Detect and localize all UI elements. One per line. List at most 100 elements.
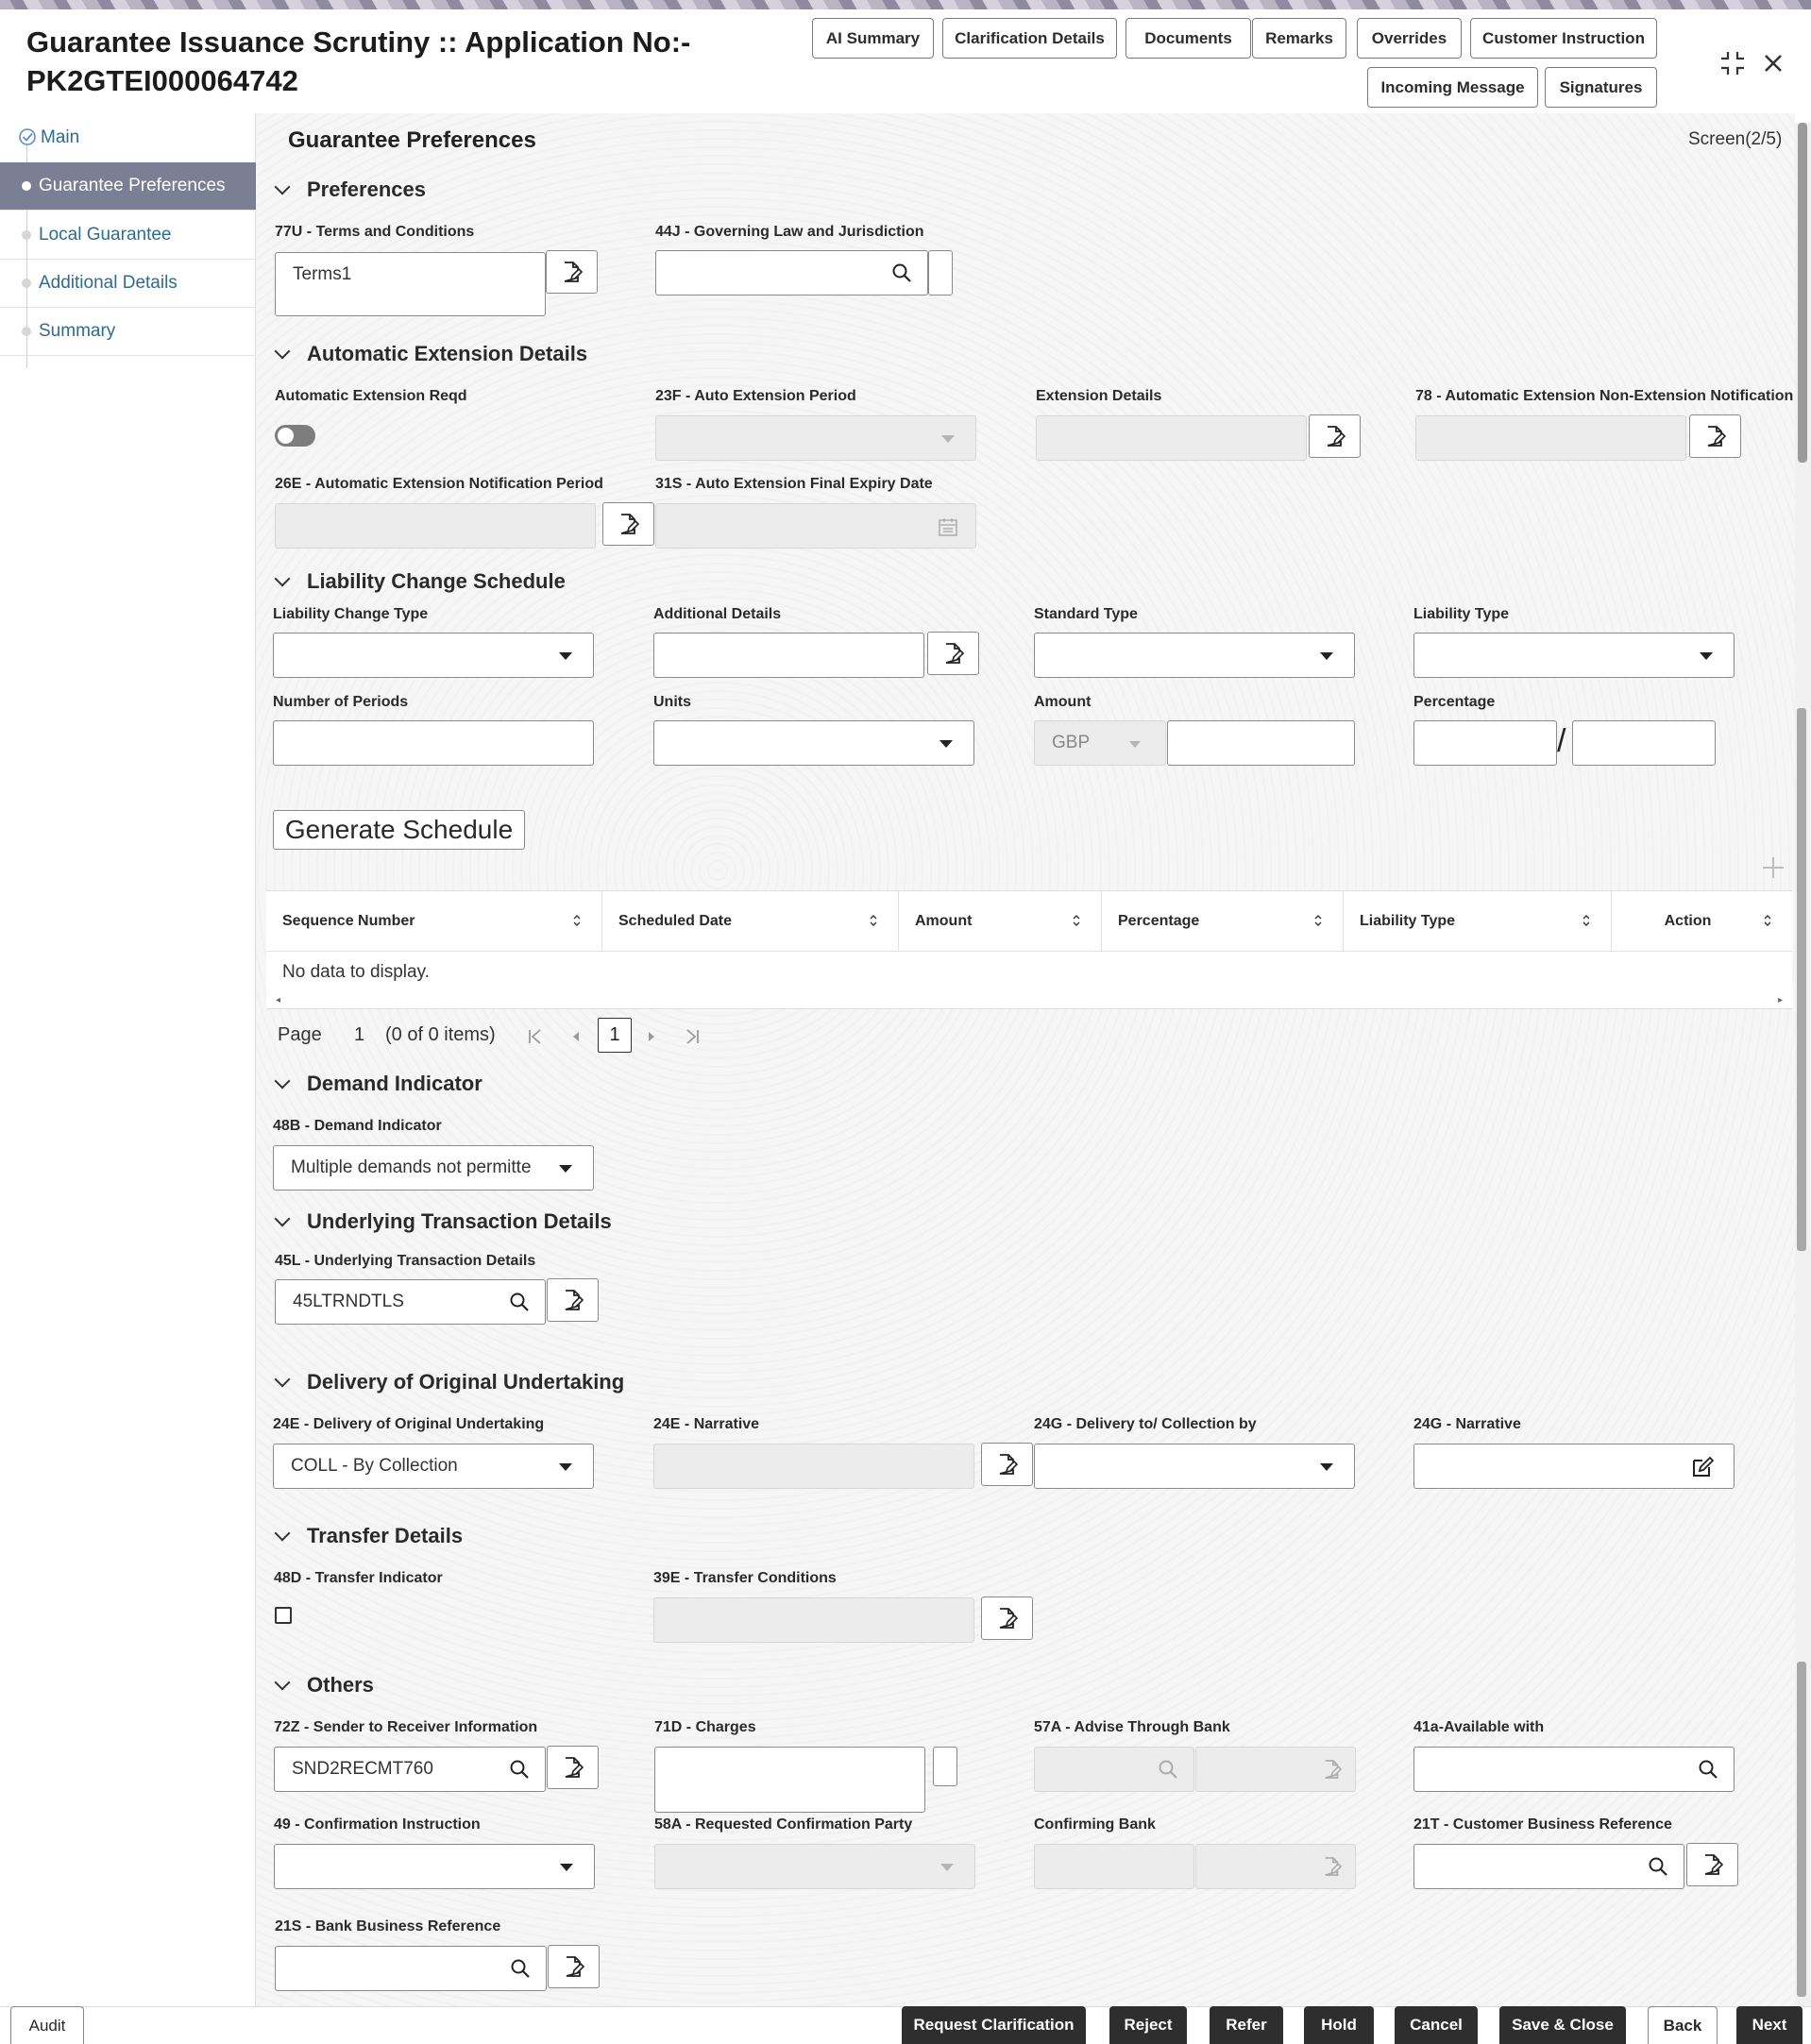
requested-confirmation-select[interactable] [654, 1844, 975, 1889]
charges-extra-button[interactable] [933, 1747, 957, 1786]
scroll-left-icon[interactable]: ◂ [276, 995, 280, 1005]
bank-business-ref-input[interactable] [275, 1946, 547, 1991]
section-others[interactable]: Others [274, 1673, 374, 1698]
next-page-icon[interactable] [646, 1029, 657, 1044]
section-automatic-extension[interactable]: Automatic Extension Details [274, 342, 587, 366]
demand-indicator-select[interactable]: Multiple demands not permitte [273, 1145, 594, 1191]
section-liability-change[interactable]: Liability Change Schedule [274, 569, 566, 594]
sender-receiver-edit-button[interactable] [547, 1746, 599, 1789]
refer-button[interactable]: Refer [1210, 2006, 1283, 2044]
charges-field[interactable] [654, 1747, 925, 1813]
delivery-select[interactable]: COLL - By Collection [273, 1444, 594, 1489]
terms-edit-button[interactable] [546, 250, 598, 294]
search-icon[interactable] [891, 262, 912, 283]
sort-icon[interactable] [1073, 914, 1080, 927]
currency-select[interactable]: GBP [1034, 720, 1166, 766]
search-icon[interactable] [509, 1292, 530, 1312]
clarification-details-button[interactable]: Clarification Details [942, 18, 1117, 59]
search-icon[interactable] [1648, 1856, 1668, 1877]
percentage-input-1[interactable] [1413, 720, 1557, 766]
sender-receiver-input[interactable]: SND2RECMT760 [274, 1747, 546, 1792]
transfer-conditions-edit-button[interactable] [981, 1596, 1033, 1640]
liability-type-select[interactable] [1413, 633, 1735, 678]
sidebar-item-guarantee-preferences[interactable]: Guarantee Preferences [0, 162, 256, 211]
scroll-right-icon[interactable]: ▸ [1778, 995, 1783, 1005]
sidebar-item-additional-details[interactable]: Additional Details [0, 260, 256, 308]
sidebar-item-main[interactable]: Main [0, 113, 256, 161]
document-edit-icon[interactable] [1323, 1759, 1342, 1780]
close-icon[interactable] [1762, 52, 1785, 75]
standard-type-select[interactable] [1034, 633, 1355, 678]
audit-button[interactable]: Audit [10, 2006, 84, 2044]
auto-ext-period-select[interactable] [655, 415, 976, 461]
search-icon[interactable] [1158, 1759, 1178, 1780]
remarks-button[interactable]: Remarks [1252, 18, 1346, 59]
table-header-percentage[interactable]: Percentage [1102, 891, 1344, 951]
generate-schedule-button[interactable]: Generate Schedule [273, 810, 525, 850]
last-page-icon[interactable] [684, 1027, 701, 1046]
inner-scrollbar[interactable] [1797, 708, 1806, 1251]
customer-business-ref-edit-button[interactable] [1686, 1843, 1738, 1886]
sort-icon[interactable] [1314, 914, 1322, 927]
table-header-scheduled-date[interactable]: Scheduled Date [602, 891, 899, 951]
search-icon[interactable] [510, 1958, 531, 1979]
document-edit-icon[interactable] [1323, 1856, 1342, 1877]
table-header-liability-type[interactable]: Liability Type [1344, 891, 1612, 951]
first-page-icon[interactable] [527, 1027, 544, 1046]
narrative-24g-field[interactable] [1413, 1444, 1735, 1489]
underlying-transaction-input[interactable]: 45LTRNDTLS [275, 1279, 546, 1325]
available-with-input[interactable] [1413, 1747, 1735, 1792]
liability-change-type-select[interactable] [273, 633, 594, 678]
documents-button[interactable]: Documents [1126, 18, 1251, 59]
ai-summary-button[interactable]: AI Summary [812, 18, 934, 59]
percentage-input-2[interactable] [1572, 720, 1716, 766]
search-icon[interactable] [509, 1759, 530, 1780]
sort-icon[interactable] [1764, 914, 1771, 927]
sidebar-item-summary[interactable]: Summary [0, 308, 256, 356]
section-delivery[interactable]: Delivery of Original Undertaking [274, 1370, 624, 1394]
scrollbar-thumb[interactable] [1798, 123, 1807, 463]
sort-icon[interactable] [870, 914, 877, 927]
section-preferences[interactable]: Preferences [274, 177, 426, 202]
back-button[interactable]: Back [1648, 2006, 1718, 2044]
additional-details-field[interactable] [653, 633, 924, 678]
save-close-button[interactable]: Save & Close [1499, 2006, 1626, 2044]
sort-icon[interactable] [1583, 914, 1590, 927]
inner-scrollbar-lower[interactable] [1797, 1662, 1806, 1997]
add-icon[interactable] [1761, 855, 1786, 880]
incoming-message-button[interactable]: Incoming Message [1367, 67, 1538, 108]
auto-ext-reqd-toggle[interactable] [275, 425, 315, 447]
governing-law-input[interactable] [655, 250, 928, 296]
hold-button[interactable]: Hold [1304, 2006, 1374, 2044]
request-clarification-button[interactable]: Request Clarification [902, 2006, 1086, 2044]
overrides-button[interactable]: Overrides [1357, 18, 1462, 59]
signatures-button[interactable]: Signatures [1545, 67, 1657, 108]
number-of-periods-input[interactable] [273, 720, 594, 766]
governing-law-extra-button[interactable] [928, 250, 953, 296]
non-extension-edit-button[interactable] [1689, 414, 1741, 458]
terms-field[interactable]: Terms1 [275, 252, 546, 316]
calendar-icon[interactable] [938, 516, 958, 537]
delivery-to-select[interactable] [1034, 1444, 1355, 1489]
additional-details-edit-button[interactable] [927, 632, 979, 675]
search-icon[interactable] [1698, 1759, 1718, 1780]
confirmation-instruction-select[interactable] [274, 1844, 595, 1889]
edit-icon[interactable] [1690, 1455, 1715, 1479]
customer-business-ref-input[interactable] [1413, 1844, 1684, 1889]
table-header-sequence-number[interactable]: Sequence Number [266, 891, 602, 951]
units-select[interactable] [653, 720, 974, 766]
notification-period-edit-button[interactable] [602, 502, 654, 546]
section-demand-indicator[interactable]: Demand Indicator [274, 1072, 482, 1096]
underlying-transaction-edit-button[interactable] [547, 1278, 599, 1322]
customer-instruction-button[interactable]: Customer Instruction [1470, 18, 1657, 59]
table-header-action[interactable]: Action [1612, 891, 1792, 951]
collapse-icon[interactable] [1718, 49, 1747, 77]
transfer-indicator-checkbox[interactable] [275, 1607, 292, 1624]
sort-icon[interactable] [573, 914, 581, 927]
bank-business-ref-edit-button[interactable] [548, 1945, 600, 1988]
sidebar-item-local-guarantee[interactable]: Local Guarantee [0, 211, 256, 260]
delivery-narrative-edit-button[interactable] [981, 1443, 1033, 1486]
cancel-button[interactable]: Cancel [1395, 2006, 1478, 2044]
amount-input[interactable] [1167, 720, 1355, 766]
previous-page-icon[interactable] [570, 1029, 582, 1044]
